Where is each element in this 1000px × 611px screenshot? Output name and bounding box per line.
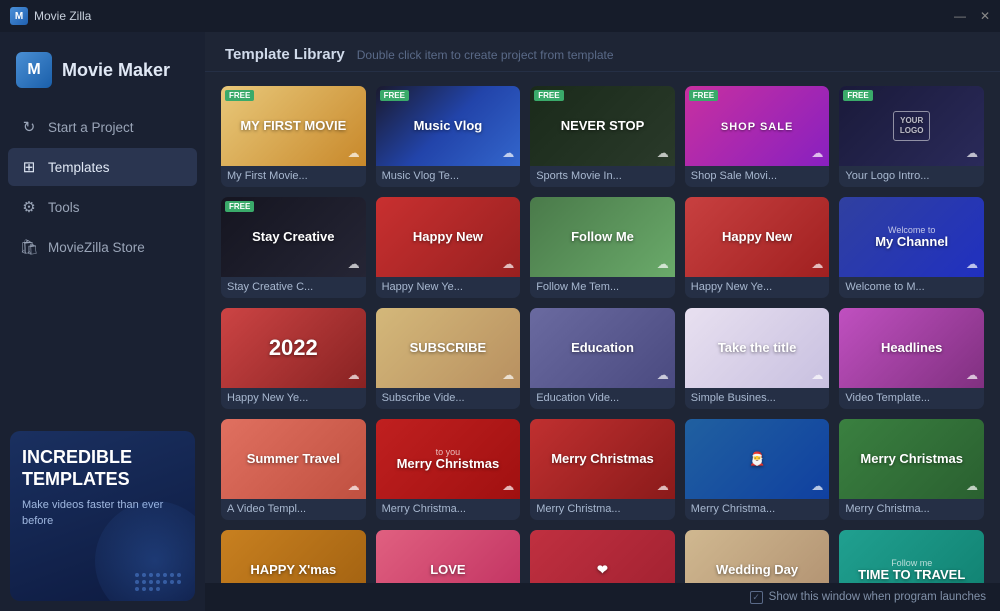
template-card[interactable]: Wedding Day☁Kraft Paper Effe...	[685, 530, 830, 583]
minimize-button[interactable]: —	[954, 9, 966, 23]
show-on-launch-checkbox[interactable]: ✓	[750, 591, 763, 604]
sidebar: M Movie Maker ↻ Start a Project ⊞ Templa…	[0, 32, 205, 611]
free-badge: FREE	[380, 90, 409, 101]
sidebar-logo: M Movie Maker	[0, 42, 205, 108]
template-card[interactable]: SUBSCRIBE☁Subscribe Vide...	[376, 308, 521, 409]
free-badge: FREE	[225, 90, 254, 101]
templates-grid: FREEMY FIRST MOVIE☁My First Movie...FREE…	[221, 86, 984, 583]
template-card[interactable]: 2022☁Happy New Ye...	[221, 308, 366, 409]
app-title: Movie Zilla	[34, 9, 91, 23]
sidebar-item-label-tools: Tools	[48, 200, 80, 215]
free-badge: FREE	[534, 90, 563, 101]
template-label: A Video Templ...	[221, 499, 366, 520]
templates-icon: ⊞	[20, 158, 38, 176]
template-card[interactable]: Welcome toMy Channel☁Welcome to M...	[839, 197, 984, 298]
template-card[interactable]: ❤☁A Heart Frame...	[530, 530, 675, 583]
template-card[interactable]: FREEYOURLOGO☁Your Logo Intro...	[839, 86, 984, 187]
template-label: Happy New Ye...	[376, 277, 521, 298]
template-label: Subscribe Vide...	[376, 388, 521, 409]
template-card[interactable]: Happy New☁Happy New Ye...	[685, 197, 830, 298]
tools-icon: ⚙	[20, 198, 38, 216]
sidebar-item-store[interactable]: 🛍 MovieZilla Store	[8, 228, 197, 266]
template-card[interactable]: Merry Christmas☁Merry Christma...	[839, 419, 984, 520]
template-card[interactable]: Headlines☁Video Template...	[839, 308, 984, 409]
promo-headline: INCREDIBLE TEMPLATES	[22, 447, 183, 490]
template-card[interactable]: to youMerry Christmas☁Merry Christma...	[376, 419, 521, 520]
template-label: Music Vlog Te...	[376, 166, 521, 187]
template-label: Simple Busines...	[685, 388, 830, 409]
template-card[interactable]: LOVE☁A Pink Templat...	[376, 530, 521, 583]
template-card[interactable]: FREEMusic Vlog☁Music Vlog Te...	[376, 86, 521, 187]
start-project-icon: ↻	[20, 118, 38, 136]
free-badge: FREE	[843, 90, 872, 101]
sidebar-logo-icon: M	[16, 52, 52, 88]
template-card[interactable]: Summer Travel☁A Video Templ...	[221, 419, 366, 520]
template-label: Sports Movie In...	[530, 166, 675, 187]
titlebar-controls: — ✕	[954, 9, 990, 23]
close-button[interactable]: ✕	[980, 9, 990, 23]
free-badge: FREE	[689, 90, 718, 101]
sidebar-promo: INCREDIBLE TEMPLATES Make videos faster …	[10, 431, 195, 601]
template-label: Video Template...	[839, 388, 984, 409]
sidebar-item-start-project[interactable]: ↻ Start a Project	[8, 108, 197, 146]
template-card[interactable]: Education☁Education Vide...	[530, 308, 675, 409]
sidebar-item-tools[interactable]: ⚙ Tools	[8, 188, 197, 226]
bottom-bar: ✓ Show this window when program launches	[205, 583, 1000, 611]
main-content: Template Library Double click item to cr…	[205, 32, 1000, 611]
sidebar-item-label-store: MovieZilla Store	[48, 240, 145, 255]
app-body: M Movie Maker ↻ Start a Project ⊞ Templa…	[0, 32, 1000, 611]
template-label: Your Logo Intro...	[839, 166, 984, 187]
template-label: My First Movie...	[221, 166, 366, 187]
sidebar-item-templates[interactable]: ⊞ Templates	[8, 148, 197, 186]
main-subtitle: Double click item to create project from…	[357, 48, 614, 62]
templates-grid-wrapper[interactable]: FREEMY FIRST MOVIE☁My First Movie...FREE…	[205, 72, 1000, 583]
app-logo-icon: M	[10, 7, 28, 25]
free-badge: FREE	[225, 201, 254, 212]
store-icon: 🛍	[20, 238, 38, 256]
template-card[interactable]: Happy New☁Happy New Ye...	[376, 197, 521, 298]
template-label: Merry Christma...	[530, 499, 675, 520]
template-card[interactable]: Take the title☁Simple Busines...	[685, 308, 830, 409]
main-header: Template Library Double click item to cr…	[205, 32, 1000, 72]
titlebar-left: M Movie Zilla	[10, 7, 91, 25]
main-title: Template Library	[225, 46, 345, 63]
promo-body: Make videos faster than ever before	[22, 498, 183, 529]
template-card[interactable]: FREESHOP SALE☁Shop Sale Movi...	[685, 86, 830, 187]
template-label: Stay Creative C...	[221, 277, 366, 298]
template-card[interactable]: 🎅☁Merry Christma...	[685, 419, 830, 520]
show-on-launch-label: Show this window when program launches	[769, 591, 986, 603]
template-card[interactable]: FREENEVER STOP☁Sports Movie In...	[530, 86, 675, 187]
template-label: Merry Christma...	[839, 499, 984, 520]
template-label: Shop Sale Movi...	[685, 166, 830, 187]
sidebar-item-label-start: Start a Project	[48, 120, 134, 135]
template-label: Happy New Ye...	[685, 277, 830, 298]
template-card[interactable]: HAPPY X'mas☁Happy X'mas T...	[221, 530, 366, 583]
template-label: Merry Christma...	[376, 499, 521, 520]
template-label: Follow Me Tem...	[530, 277, 675, 298]
template-card[interactable]: Merry Christmas☁Merry Christma...	[530, 419, 675, 520]
template-card[interactable]: Follow meTIME TO TRAVEL☁Travel Template.…	[839, 530, 984, 583]
sidebar-item-label-templates: Templates	[48, 160, 110, 175]
template-label: Education Vide...	[530, 388, 675, 409]
template-label: Happy New Ye...	[221, 388, 366, 409]
sidebar-logo-text: Movie Maker	[62, 60, 170, 81]
template-card[interactable]: FREEStay Creative☁Stay Creative C...	[221, 197, 366, 298]
titlebar: M Movie Zilla — ✕	[0, 0, 1000, 32]
sidebar-nav: ↻ Start a Project ⊞ Templates ⚙ Tools 🛍 …	[0, 108, 205, 421]
template-label: Merry Christma...	[685, 499, 830, 520]
template-card[interactable]: Follow Me☁Follow Me Tem...	[530, 197, 675, 298]
template-card[interactable]: FREEMY FIRST MOVIE☁My First Movie...	[221, 86, 366, 187]
promo-dots	[135, 573, 185, 591]
template-label: Welcome to M...	[839, 277, 984, 298]
